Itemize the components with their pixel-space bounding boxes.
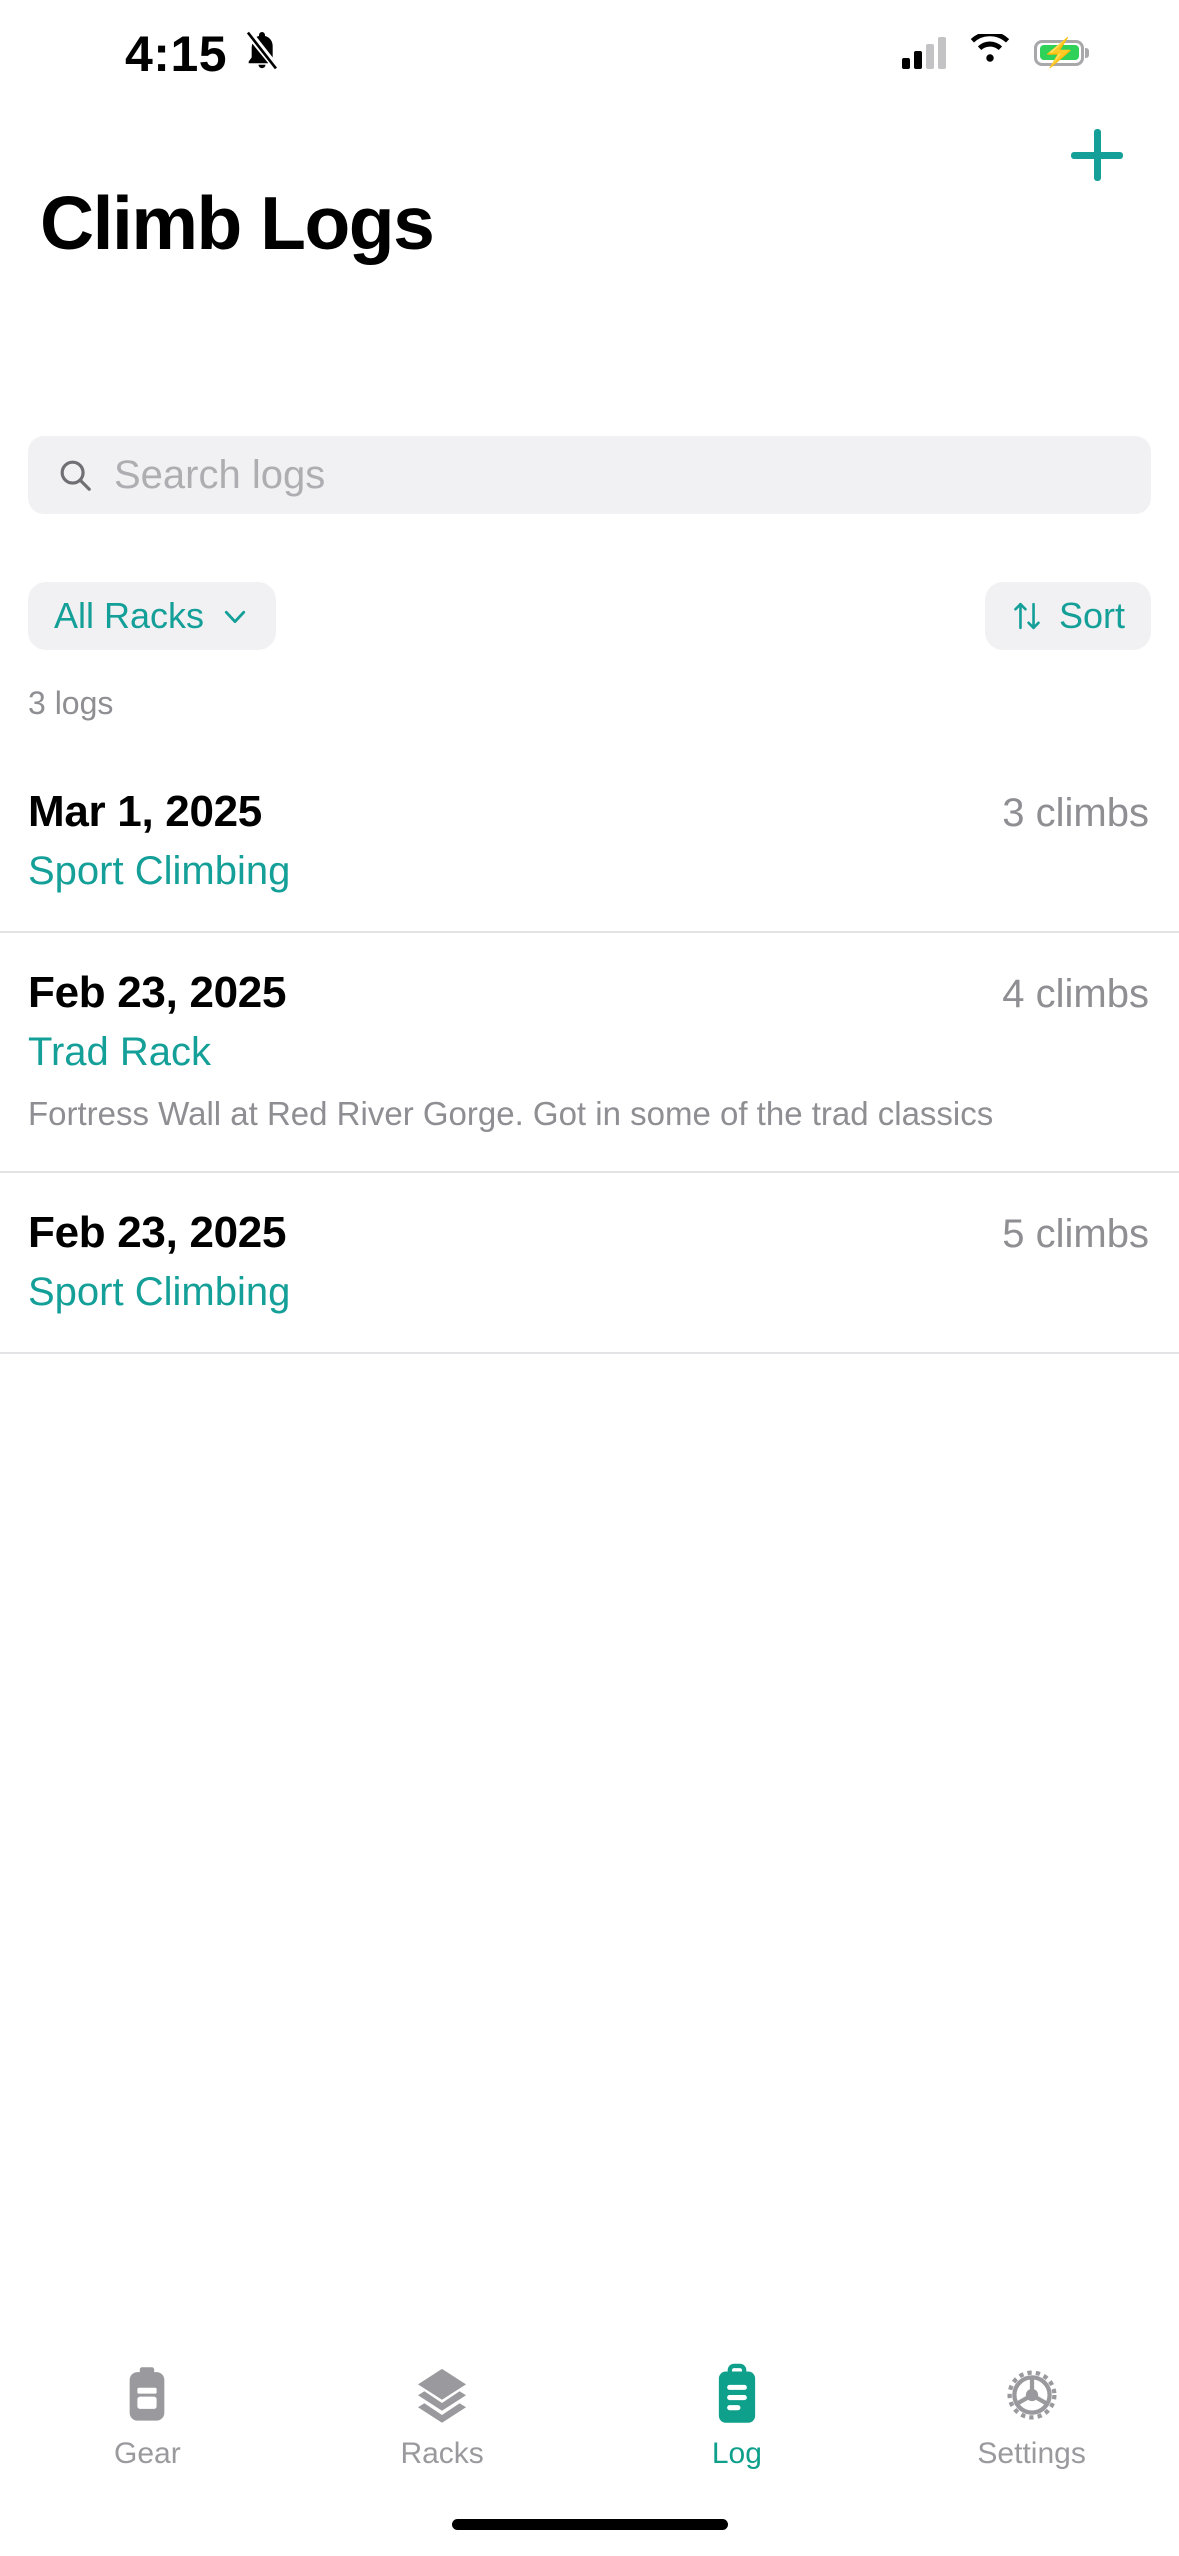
- tab-settings[interactable]: Settings: [884, 2363, 1179, 2469]
- log-climb-count: 4 climbs: [1002, 972, 1149, 1016]
- log-row-header: Mar 1, 2025 3 climbs: [28, 784, 1151, 839]
- tab-label: Gear: [114, 2437, 181, 2470]
- status-time: 4:15: [125, 25, 228, 82]
- tab-label: Racks: [400, 2437, 484, 2470]
- tab-log[interactable]: Log: [590, 2363, 885, 2469]
- page-title: Climb Logs: [40, 181, 435, 265]
- wifi-icon: [968, 31, 1012, 71]
- status-bar-right: ⚡: [902, 31, 1084, 71]
- chevron-down-icon: [220, 601, 250, 631]
- search-bar[interactable]: [28, 436, 1151, 514]
- search-icon: [56, 456, 94, 494]
- log-date: Mar 1, 2025: [28, 787, 262, 836]
- log-note: Fortress Wall at Red River Gorge. Got in…: [28, 1095, 994, 1132]
- log-rack-name: Sport Climbing: [28, 849, 291, 893]
- rack-filter-dropdown[interactable]: All Racks: [28, 582, 277, 650]
- status-bar: 4:15 ⚡: [0, 0, 1179, 105]
- tab-racks[interactable]: Racks: [295, 2363, 590, 2469]
- log-date: Feb 23, 2025: [28, 968, 287, 1017]
- log-climb-count: 5 climbs: [1002, 1211, 1149, 1256]
- sort-arrows-icon: [1011, 599, 1043, 633]
- clipboard-icon: [705, 2363, 769, 2427]
- plus-icon-vertical: [1093, 129, 1101, 181]
- log-rack-name: Sport Climbing: [28, 1269, 291, 1314]
- tab-label: Settings: [977, 2437, 1086, 2470]
- battery-charging-icon: ⚡: [1034, 38, 1084, 66]
- sort-button[interactable]: Sort: [984, 582, 1151, 650]
- home-indicator: [451, 2519, 728, 2530]
- log-count-label: 3 logs: [28, 685, 114, 721]
- backpack-icon: [115, 2363, 179, 2427]
- table-row[interactable]: Feb 23, 2025 5 climbs Sport Climbing: [0, 1173, 1179, 1354]
- search-input[interactable]: [114, 452, 1123, 498]
- tab-label: Log: [711, 2437, 762, 2470]
- log-rack-name: Trad Rack: [28, 1030, 212, 1074]
- log-date: Feb 23, 2025: [28, 1207, 287, 1257]
- log-row-header: Feb 23, 2025 5 climbs: [28, 1205, 1151, 1260]
- log-row-header: Feb 23, 2025 4 climbs: [28, 965, 1151, 1020]
- rack-filter-label: All Racks: [54, 595, 205, 636]
- status-bar-left: 4:15: [125, 27, 283, 79]
- log-list: Mar 1, 2025 3 climbs Sport Climbing Feb …: [0, 752, 1179, 1354]
- phone-screen: 4:15 ⚡ Climb Logs Search logs All Racks …: [0, 0, 1179, 2556]
- log-climb-count: 3 climbs: [1002, 791, 1149, 835]
- sort-label: Sort: [1058, 595, 1125, 636]
- add-log-button[interactable]: [1055, 113, 1139, 197]
- gear-cog-icon: [1000, 2363, 1064, 2427]
- bell-slash-icon: [241, 29, 283, 76]
- filter-row: All Racks Sort: [28, 582, 1151, 650]
- table-row[interactable]: Feb 23, 2025 4 climbs Trad Rack Fortress…: [0, 933, 1179, 1173]
- cellular-bars-icon: [902, 36, 946, 69]
- table-row[interactable]: Mar 1, 2025 3 climbs Sport Climbing: [0, 752, 1179, 933]
- stacked-layers-icon: [410, 2363, 474, 2427]
- nav-bar: [0, 105, 1179, 190]
- tab-gear[interactable]: Gear: [0, 2363, 295, 2469]
